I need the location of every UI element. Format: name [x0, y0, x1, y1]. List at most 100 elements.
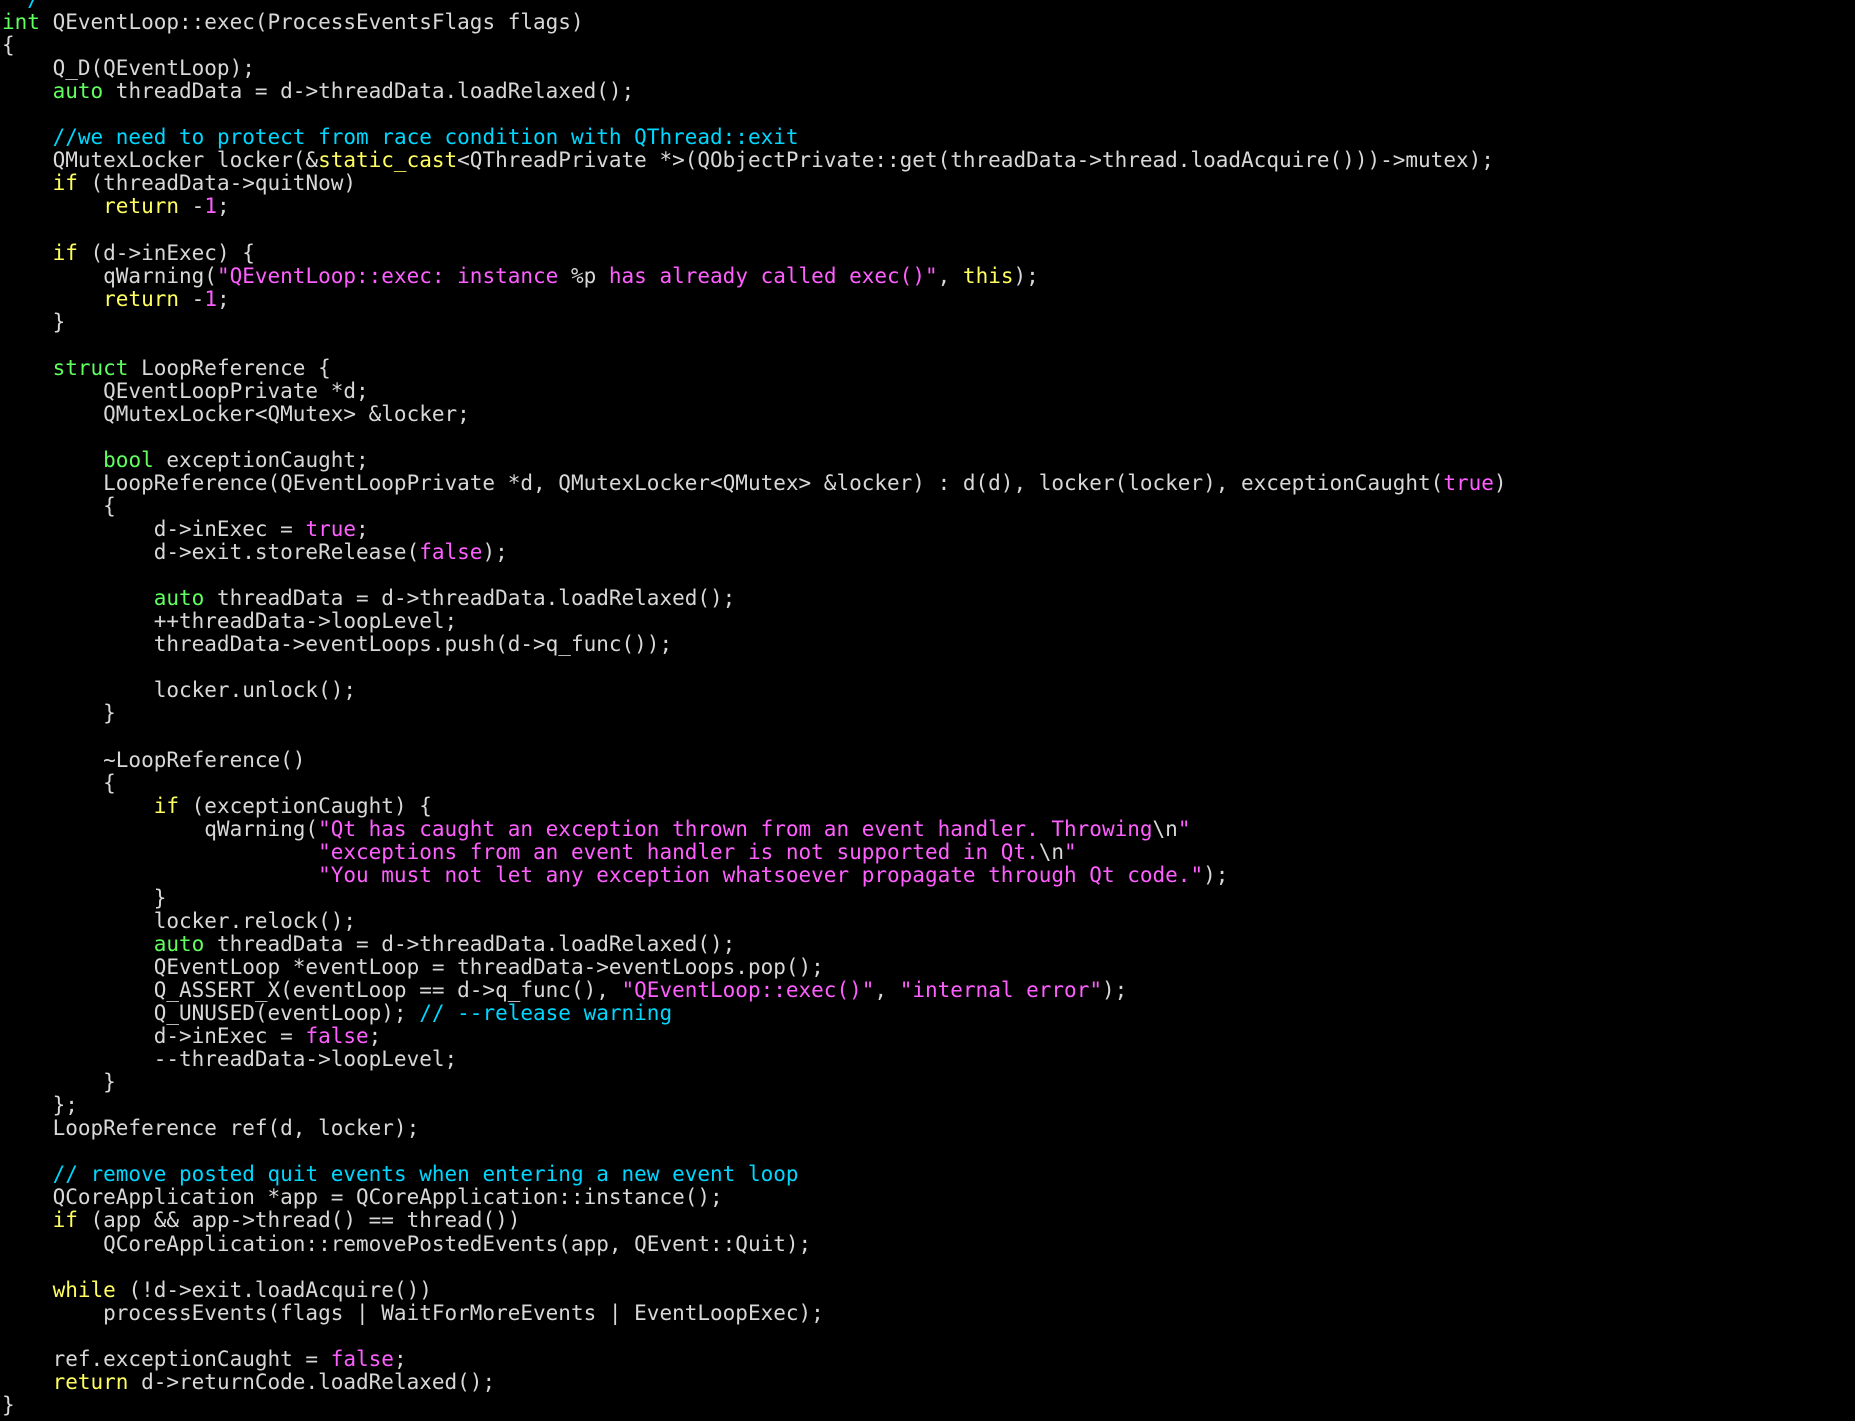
code-line: auto threadData = d->threadData.loadRela…	[2, 80, 1852, 103]
code-token: exceptionCaught;	[153, 447, 369, 472]
code-line: Q_D(QEventLoop);	[2, 57, 1852, 80]
code-line: }	[2, 1393, 1852, 1417]
code-token: );	[1203, 862, 1229, 887]
code-token: "QEventLoop::exec()"	[621, 978, 875, 1003]
code-line: Q_ASSERT_X(eventLoop == d->q_func(), "QE…	[2, 978, 1852, 1003]
code-token: QEventLoopPrivate *d;	[2, 378, 369, 403]
code-token: threadData = d->threadData.loadRelaxed()…	[204, 931, 736, 956]
code-token: }	[2, 885, 167, 910]
code-line: QCoreApplication::removePostedEvents(app…	[2, 1231, 1852, 1256]
code-token: LoopReference ref(d, locker);	[2, 1116, 420, 1141]
code-token: ,	[937, 263, 963, 288]
code-token: processEvents(flags | WaitForMoreEvents …	[2, 1300, 824, 1325]
code-token: --threadData->loopLevel;	[2, 1047, 458, 1072]
code-token: \n	[1038, 839, 1065, 864]
code-token: "QEventLoop::exec: instance	[216, 263, 571, 288]
code-line: if (threadData->quitNow)	[2, 172, 1852, 195]
code-token: ~LoopReference()	[2, 747, 306, 772]
code-line: qWarning("QEventLoop::exec: instance %p …	[2, 263, 1852, 288]
code-token: return	[52, 1369, 129, 1394]
code-line: d->exit.storeRelease(false);	[2, 541, 1852, 564]
code-token: true	[305, 517, 357, 542]
code-token: false	[330, 1346, 394, 1371]
code-token: "exceptions from an event handler is not…	[318, 839, 1039, 864]
code-token: ;	[356, 517, 369, 542]
code-line: QMutexLocker locker(&static_cast<QThread…	[2, 149, 1852, 172]
code-token: ,	[874, 978, 900, 1003]
code-line: QCoreApplication *app = QCoreApplication…	[2, 1186, 1852, 1209]
code-token: <QThreadPrivate *>(QObjectPrivate::get(t…	[457, 148, 1494, 173]
code-token: (d->inExec) {	[77, 240, 255, 265]
code-line: }	[2, 1071, 1852, 1094]
code-line: {	[2, 495, 1852, 518]
code-token: false	[419, 540, 483, 565]
code-line: if (exceptionCaught) {	[2, 793, 1852, 818]
code-token: d->returnCode.loadRelaxed();	[128, 1369, 496, 1394]
code-token: ;	[368, 1024, 382, 1049]
code-token: }	[2, 701, 116, 726]
code-line: locker.relock();	[2, 908, 1852, 933]
code-token: QEventLoop::exec(ProcessEventsFlags flag…	[39, 10, 584, 35]
code-line: if (d->inExec) {	[2, 240, 1852, 265]
code-token: qWarning(	[2, 263, 217, 288]
code-line: ref.exceptionCaught = false;	[2, 1346, 1852, 1371]
code-line: ++threadData->loopLevel;	[2, 610, 1852, 633]
code-token: //we need to protect from race condition…	[52, 125, 799, 150]
code-token: int	[2, 10, 40, 35]
code-token: }	[2, 309, 66, 334]
code-token: ++threadData->loopLevel;	[2, 609, 458, 634]
code-token: "internal error"	[899, 978, 1102, 1003]
code-token: while	[52, 1277, 116, 1302]
code-token: -	[179, 286, 205, 311]
code-token: d->exit.storeRelease(	[2, 540, 420, 565]
code-token: LoopReference {	[128, 355, 331, 380]
code-token: QCoreApplication::removePostedEvents(app…	[2, 1231, 812, 1256]
code-token: if	[153, 793, 180, 818]
code-token: (threadData->quitNow)	[77, 171, 357, 196]
code-token: threadData = d->threadData.loadRelaxed()…	[103, 79, 635, 104]
code-token: QCoreApplication *app = QCoreApplication…	[2, 1185, 723, 1210]
code-line: threadData->eventLoops.push(d->q_func())…	[2, 633, 1852, 656]
code-line: bool exceptionCaught;	[2, 447, 1852, 472]
code-line: //we need to protect from race condition…	[2, 126, 1852, 149]
code-token: );	[1101, 978, 1128, 1003]
code-editor[interactable]: */int QEventLoop::exec(ProcessEventsFlag…	[2, 0, 1852, 1418]
code-token: ;	[216, 194, 230, 219]
code-token: "	[1177, 816, 1191, 841]
code-line: while (!d->exit.loadAcquire())	[2, 1277, 1852, 1302]
code-line: // remove posted quit events when enteri…	[2, 1163, 1852, 1186]
code-token: LoopReference(QEventLoopPrivate *d, QMut…	[2, 470, 1444, 495]
code-token: locker.unlock();	[2, 678, 357, 703]
code-line: }	[2, 702, 1852, 725]
code-token: -	[179, 194, 205, 219]
code-token: Q_ASSERT_X(eventLoop == d->q_func(),	[2, 978, 622, 1003]
code-token: QEventLoop *eventLoop = threadData->even…	[2, 954, 824, 979]
code-token: ;	[216, 286, 230, 311]
code-line: qWarning("Qt has caught an exception thr…	[2, 816, 1852, 841]
code-line: auto threadData = d->threadData.loadRela…	[2, 931, 1852, 956]
code-token: Q_UNUSED(eventLoop);	[2, 1001, 420, 1026]
code-token: static_cast	[318, 148, 458, 173]
code-line: Q_UNUSED(eventLoop); // --release warnin…	[2, 1002, 1852, 1025]
code-token: qWarning(	[2, 816, 319, 841]
code-line: QMutexLocker<QMutex> &locker;	[2, 402, 1852, 426]
code-token: return	[103, 286, 180, 311]
code-line: };	[2, 1094, 1852, 1117]
code-line: }	[2, 885, 1852, 910]
code-token: locker.relock();	[2, 908, 357, 933]
code-token: if	[52, 240, 78, 265]
